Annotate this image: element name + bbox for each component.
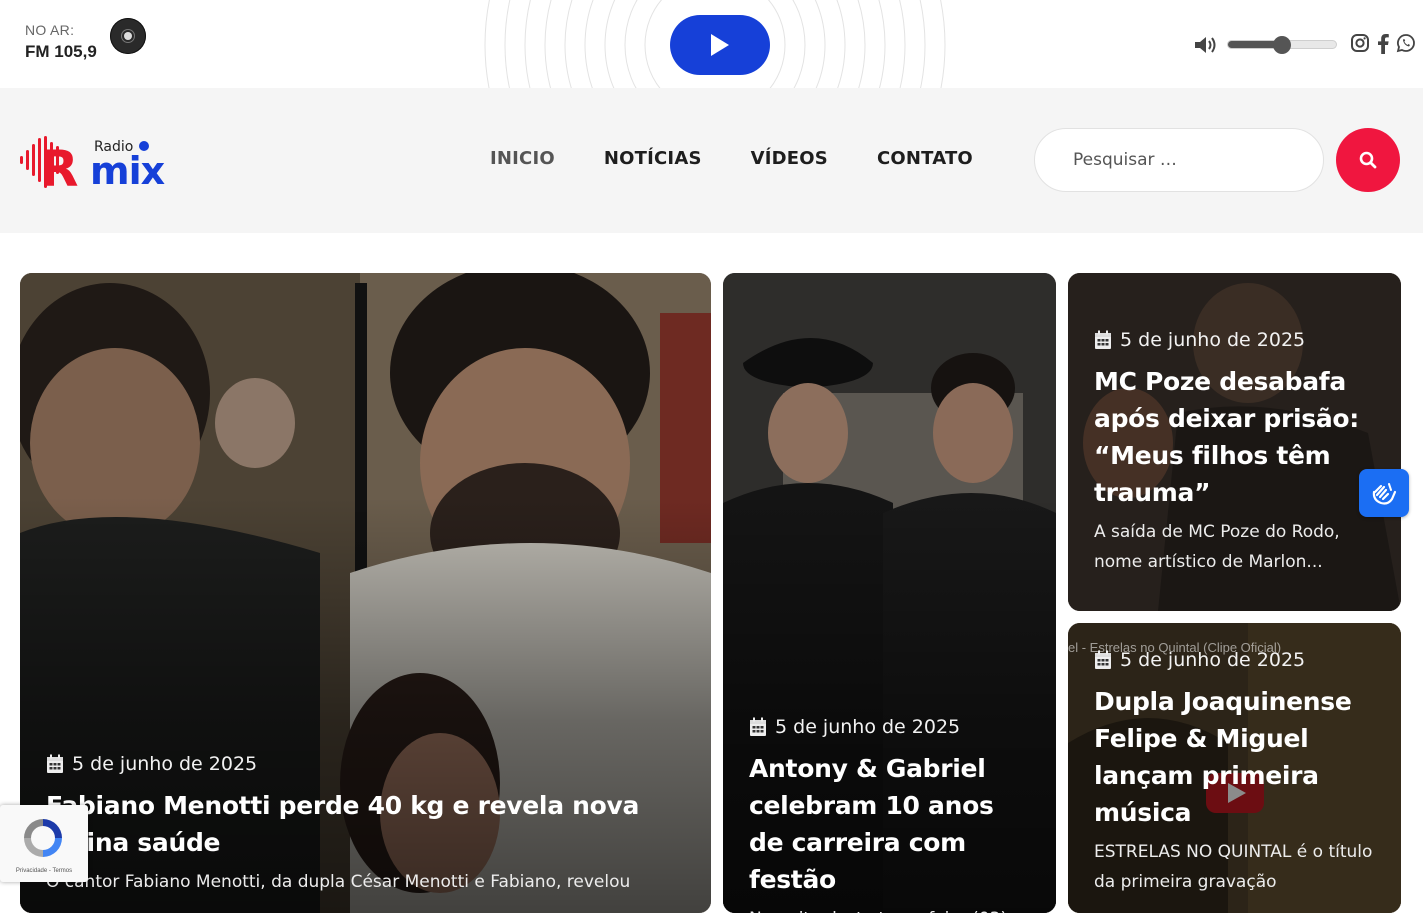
station-name: FM 105,9 <box>25 42 97 61</box>
recaptcha-links[interactable]: Privacidade - Termos <box>0 868 88 874</box>
news-card[interactable]: 5 de junho de 2025 MC Poze desabafa após… <box>1068 273 1401 611</box>
calendar-icon <box>750 717 766 736</box>
card-date: 5 de junho de 2025 <box>46 753 689 775</box>
card-excerpt: ESTRELAS NO QUINTAL é o título da primei… <box>1094 842 1373 892</box>
card-title[interactable]: Dupla Joaquinense Felipe & Miguel lançam… <box>1094 683 1379 831</box>
card-body: 5 de junho de 2025 Antony & Gabriel cele… <box>749 716 1034 913</box>
instagram-icon[interactable] <box>1350 33 1370 53</box>
news-card-featured[interactable]: 5 de junho de 2025 Fabiano Menotti perde… <box>20 273 711 913</box>
recaptcha-badge[interactable]: Privacidade - Termos <box>0 805 88 882</box>
news-card[interactable]: 5 de junho de 2025 Antony & Gabriel cele… <box>723 273 1056 913</box>
card-body: 5 de junho de 2025 MC Poze desabafa após… <box>1094 329 1379 577</box>
card-date-text: 5 de junho de 2025 <box>1120 329 1306 351</box>
accessibility-button[interactable] <box>1359 469 1409 517</box>
calendar-icon <box>47 754 63 773</box>
calendar-icon <box>1095 330 1111 349</box>
main-nav: INICIO NOTÍCIAS VÍDEOS CONTATO <box>490 148 1022 169</box>
vinyl-record-icon <box>110 18 146 54</box>
sign-language-icon <box>1372 483 1397 505</box>
nav-item-noticias[interactable]: NOTÍCIAS <box>604 148 702 169</box>
nav-item-inicio[interactable]: INICIO <box>490 148 555 169</box>
card-date: 5 de junho de 2025 <box>1094 329 1379 351</box>
video-title-overlay: el - Estrelas no Quintal (Clipe Oficial) <box>1068 640 1282 655</box>
volume-slider[interactable] <box>1227 36 1337 54</box>
volume-icon[interactable] <box>1193 34 1219 56</box>
nav-item-contato[interactable]: CONTATO <box>877 148 973 169</box>
card-title[interactable]: Fabiano Menotti perde 40 kg e revela nov… <box>46 787 689 861</box>
logo-letter: R <box>40 140 79 190</box>
recaptcha-logo-icon <box>24 819 62 857</box>
search-button[interactable] <box>1336 128 1400 192</box>
volume-slider-handle[interactable] <box>1273 36 1291 54</box>
card-body: 5 de junho de 2025 Fabiano Menotti perde… <box>46 753 689 897</box>
radio-mix-logo[interactable]: R Radio mix <box>18 134 188 190</box>
card-excerpt: Na noite desta terça-feira (03), <box>749 904 1034 913</box>
card-excerpt: O cantor Fabiano Menotti, da dupla César… <box>46 872 631 892</box>
logo-main-text: mix <box>90 149 165 190</box>
card-date-text: 5 de junho de 2025 <box>775 716 961 738</box>
card-date-text: 5 de junho de 2025 <box>72 753 258 775</box>
on-air-label: NO AR: <box>25 22 75 38</box>
social-links <box>1350 33 1416 55</box>
card-excerpt: A saída de MC Poze do Rodo, nome artísti… <box>1094 522 1340 572</box>
card-body: 5 de junho de 2025 Dupla Joaquinense Fel… <box>1094 649 1379 897</box>
nav-item-videos[interactable]: VÍDEOS <box>751 148 828 169</box>
whatsapp-icon[interactable] <box>1396 33 1416 53</box>
search-icon <box>1359 151 1377 169</box>
play-button[interactable] <box>670 15 770 75</box>
on-air-info: NO AR: FM 105,9 <box>25 22 97 62</box>
news-card[interactable]: 5 de junho de 2025 Dupla Joaquinense Fel… <box>1068 623 1401 913</box>
play-icon <box>711 34 729 56</box>
card-date: 5 de junho de 2025 <box>749 716 1034 738</box>
search-input[interactable] <box>1034 128 1324 192</box>
player-bar: NO AR: FM 105,9 <box>0 0 1423 130</box>
card-title[interactable]: MC Poze desabafa após deixar prisão: “Me… <box>1094 363 1379 511</box>
facebook-icon[interactable] <box>1376 33 1390 55</box>
card-title[interactable]: Antony & Gabriel celebram 10 anos de car… <box>749 750 1034 898</box>
